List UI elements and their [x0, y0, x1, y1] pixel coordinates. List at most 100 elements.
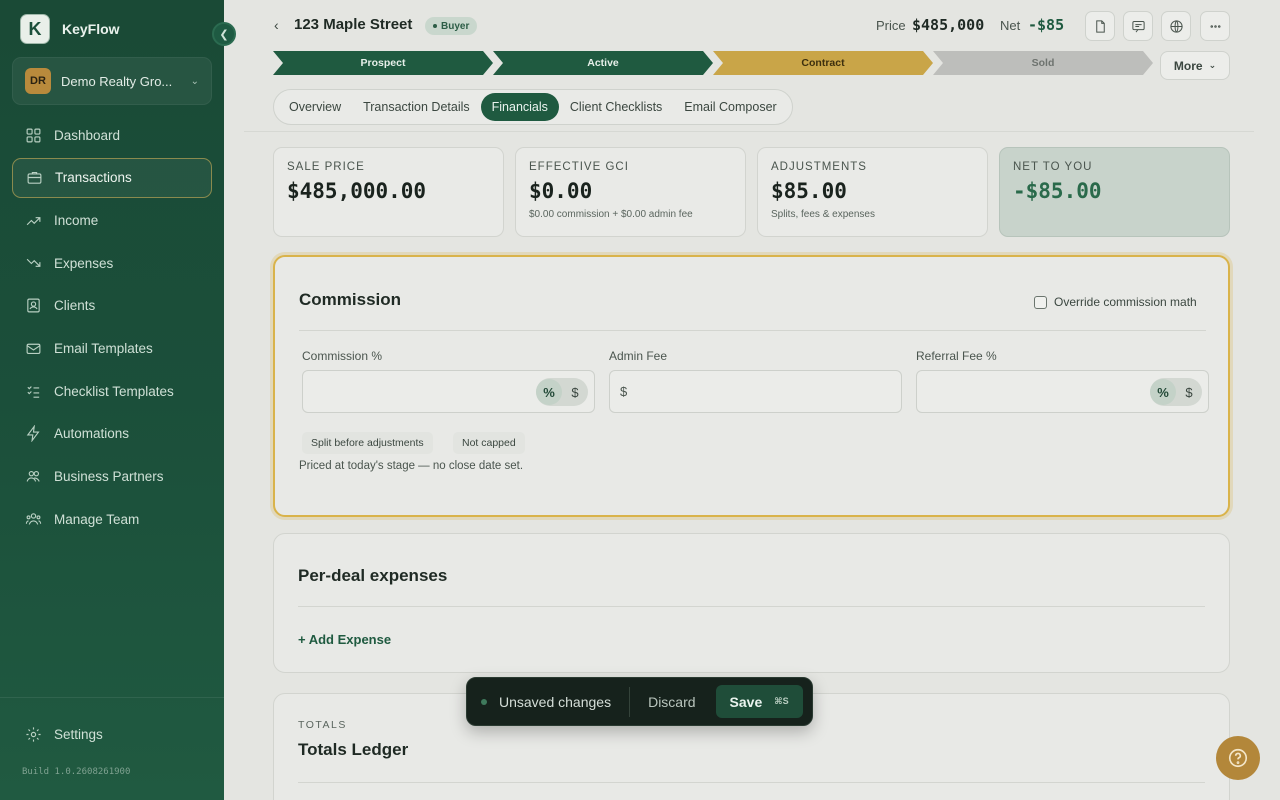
tab-transaction-details[interactable]: Transaction Details: [352, 93, 481, 121]
override-label: Override commission math: [1054, 295, 1197, 309]
collapse-sidebar-button[interactable]: ❮: [212, 22, 236, 46]
app-name: KeyFlow: [62, 21, 120, 37]
sidebar: K KeyFlow DR Demo Realty Gro... ⌄ Dashbo…: [0, 0, 224, 800]
effective-gci-card: EFFECTIVE GCI $0.00 $0.00 commission + $…: [515, 147, 746, 237]
card-label: EFFECTIVE GCI: [529, 161, 629, 173]
save-button[interactable]: Save ⌘S: [715, 685, 803, 718]
sidebar-item-automations[interactable]: Automations: [12, 414, 212, 454]
tab-client-checklists[interactable]: Client Checklists: [559, 93, 673, 121]
override-checkbox[interactable]: [1034, 295, 1047, 309]
save-label: Save: [729, 693, 763, 710]
stage-prospect[interactable]: Prospect: [273, 51, 493, 75]
panel-divider: [298, 782, 1205, 783]
badge-label: Buyer: [441, 20, 470, 32]
org-switcher[interactable]: DR Demo Realty Gro... ⌄: [12, 57, 212, 105]
sidebar-item-income[interactable]: Income: [12, 200, 212, 240]
sidebar-item-label: Income: [54, 212, 99, 228]
unit-toggle[interactable]: % $: [1150, 378, 1202, 406]
sidebar-item-label: Email Templates: [54, 340, 153, 356]
sidebar-item-manage-team[interactable]: Manage Team: [12, 499, 212, 539]
sidebar-nav: Dashboard Transactions Income Expenses C…: [12, 115, 212, 542]
sidebar-item-clients[interactable]: Clients: [12, 286, 212, 326]
sidebar-item-label: Dashboard: [54, 127, 121, 143]
dollar-option[interactable]: $: [1176, 379, 1202, 405]
panel-divider: [298, 606, 1205, 607]
net-value: -$85: [1028, 16, 1065, 34]
commission-title: Commission: [299, 290, 402, 309]
tab-financials[interactable]: Financials: [480, 93, 559, 121]
card-label: SALE PRICE: [287, 161, 365, 173]
discard-button[interactable]: Discard: [648, 694, 695, 710]
tab-overview[interactable]: Overview: [278, 93, 352, 121]
net-to-you-card: NET TO YOU -$85.00: [999, 147, 1230, 237]
commission-percent-input[interactable]: % $: [302, 370, 595, 413]
badge-dot: [433, 24, 437, 28]
grid-icon: [24, 126, 42, 144]
override-commission-toggle[interactable]: Override commission math: [1034, 295, 1197, 309]
card-value: $85.00: [771, 179, 847, 203]
org-name: Demo Realty Gro...: [61, 73, 173, 89]
stage-contract[interactable]: Contract: [713, 51, 933, 75]
globe-button[interactable]: [1161, 11, 1191, 41]
document-icon: [1095, 19, 1105, 33]
chevron-down-icon: ⌄: [1208, 60, 1217, 70]
percent-option[interactable]: %: [536, 379, 562, 405]
totals-eyebrow: TOTALS: [298, 719, 347, 731]
card-subtext: $0.00 commission + $0.00 admin fee: [529, 209, 693, 220]
sidebar-item-checklist-templates[interactable]: Checklist Templates: [12, 371, 212, 411]
stage-active[interactable]: Active: [493, 51, 713, 75]
sidebar-item-dashboard[interactable]: Dashboard: [12, 115, 212, 155]
referral-fee-input[interactable]: % $: [916, 370, 1209, 413]
sidebar-item-label: Manage Team: [54, 511, 140, 527]
sidebar-item-label: Checklist Templates: [54, 383, 174, 399]
topbar: ‹ 123 Maple Street Buyer Price $485,000 …: [224, 0, 1280, 52]
unsaved-text: Unsaved changes: [499, 693, 612, 710]
card-label: NET TO YOU: [1013, 161, 1093, 173]
card-subtext: Splits, fees & expenses: [771, 209, 875, 220]
admin-fee-input[interactable]: $: [609, 370, 902, 413]
card-value: $485,000.00: [287, 179, 427, 203]
price-label: Price: [876, 18, 906, 33]
bolt-icon: [24, 425, 42, 443]
trend-down-icon: [24, 254, 42, 272]
stage-label: Contract: [801, 57, 845, 69]
sidebar-item-label: Automations: [54, 426, 130, 442]
dollar-option[interactable]: $: [562, 379, 588, 405]
build-version: Build 1.0.2608261900: [22, 767, 131, 777]
sidebar-item-settings[interactable]: Settings: [12, 714, 212, 754]
sidebar-item-transactions[interactable]: Transactions: [12, 157, 212, 198]
card-value: -$85.00: [1013, 179, 1102, 203]
sidebar-item-email-templates[interactable]: Email Templates: [12, 328, 212, 368]
brand[interactable]: K KeyFlow: [20, 14, 120, 44]
sidebar-settings: Settings: [12, 714, 212, 757]
document-button[interactable]: [1085, 11, 1115, 41]
more-options-button[interactable]: [1200, 11, 1230, 41]
message-button[interactable]: [1123, 11, 1153, 41]
status-dot: [481, 698, 487, 705]
more-button[interactable]: More ⌄: [1160, 51, 1230, 80]
split-mode-chip[interactable]: Split before adjustments: [302, 432, 433, 454]
stage-sold[interactable]: Sold: [933, 51, 1153, 75]
stage-progress: Prospect Active Contract Sold: [273, 51, 1153, 75]
sidebar-item-business-partners[interactable]: Business Partners: [12, 457, 212, 497]
shortcut-hint: ⌘S: [774, 696, 789, 706]
back-chevron-icon[interactable]: ‹: [274, 17, 279, 33]
help-icon: [1228, 748, 1248, 768]
net-label: Net: [1000, 18, 1021, 33]
percent-option[interactable]: %: [1150, 379, 1176, 405]
contacts-icon: [24, 297, 42, 315]
chevron-down-icon: ⌄: [190, 75, 199, 87]
unit-toggle[interactable]: % $: [536, 378, 588, 406]
cap-status-chip[interactable]: Not capped: [453, 432, 525, 454]
sidebar-item-expenses[interactable]: Expenses: [12, 243, 212, 283]
sidebar-item-label: Transactions: [55, 170, 132, 186]
help-button[interactable]: [1216, 736, 1260, 780]
chevron-left-icon: ❮: [219, 28, 229, 41]
add-expense-button[interactable]: + Add Expense: [298, 632, 391, 647]
panel-divider: [299, 330, 1206, 331]
sale-price-card: SALE PRICE $485,000.00: [273, 147, 504, 237]
tab-email-composer[interactable]: Email Composer: [673, 93, 787, 121]
expenses-panel: Per-deal expenses + Add Expense: [273, 533, 1230, 673]
sidebar-item-label: Settings: [54, 726, 103, 742]
briefcase-icon: [25, 169, 43, 187]
